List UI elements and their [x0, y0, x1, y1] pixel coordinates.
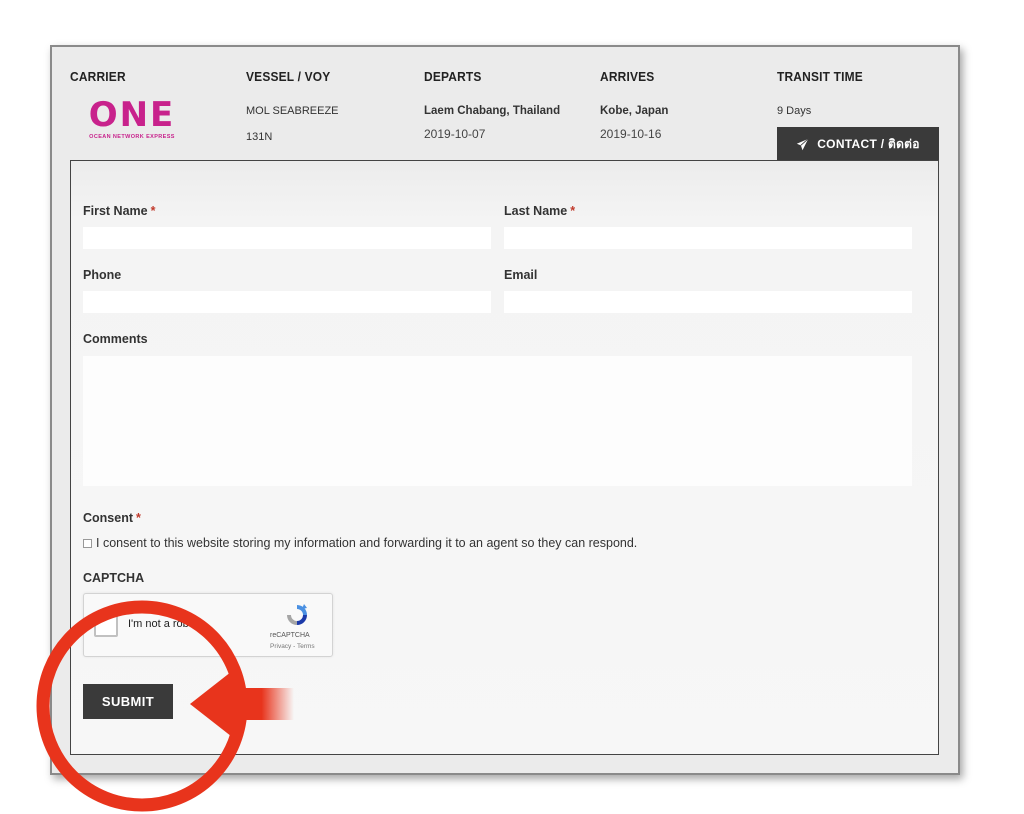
- voyage-number: 131N: [246, 131, 273, 143]
- comments-textarea[interactable]: [83, 356, 912, 486]
- arrives-port: Kobe, Japan: [600, 105, 669, 117]
- arrives-label: ARRIVES: [600, 69, 655, 84]
- consent-text: I consent to this website storing my inf…: [96, 536, 638, 550]
- vessel-label: VESSEL / VOY: [246, 69, 331, 84]
- contact-form: First Name * Last Name * Phone Email Comme…: [70, 160, 939, 755]
- carrier-label: CARRIER: [70, 69, 126, 84]
- transit-label: TRANSIT TIME: [777, 69, 863, 84]
- captcha-label: CAPTCHA: [83, 571, 145, 585]
- logo-subtext: OCEAN NETWORK EXPRESS: [89, 134, 175, 140]
- first-name-input[interactable]: [83, 227, 491, 249]
- recaptcha-checkbox[interactable]: [94, 613, 118, 637]
- arrives-date: 2019-10-16: [600, 127, 662, 141]
- departs-label: DEPARTS: [424, 69, 482, 84]
- email-input[interactable]: [504, 291, 912, 313]
- consent-label-text: Consent: [83, 511, 133, 525]
- consent-row: I consent to this website storing my inf…: [83, 536, 637, 550]
- shipment-card: CARRIER VESSEL / VOY DEPARTS ARRIVES TRA…: [50, 45, 960, 775]
- recaptcha-text: I'm not a robot: [128, 618, 198, 630]
- required-mark: *: [136, 511, 141, 525]
- phone-label: Phone: [83, 268, 122, 282]
- departs-date: 2019-10-07: [424, 127, 486, 141]
- consent-label: Consent *: [83, 511, 141, 525]
- contact-tab[interactable]: CONTACT / ติดต่อ: [777, 127, 939, 161]
- last-name-label-text: Last Name: [504, 204, 568, 218]
- contact-tab-label: CONTACT / ติดต่อ: [817, 136, 920, 151]
- consent-checkbox[interactable]: [83, 538, 92, 548]
- first-name-label-text: First Name: [83, 204, 148, 218]
- recaptcha-icon: [287, 604, 307, 625]
- recaptcha-widget: I'm not a robot reCAPTCHA Privacy - Term…: [83, 593, 333, 657]
- first-name-label: First Name *: [83, 204, 155, 218]
- carrier-logo: ONE OCEAN NETWORK EXPRESS: [86, 97, 178, 143]
- vessel-name: MOL SEABREEZE: [246, 105, 339, 117]
- email-label: Email: [504, 268, 538, 282]
- submit-button[interactable]: SUBMIT: [83, 684, 173, 719]
- last-name-input[interactable]: [504, 227, 912, 249]
- logo-text: ONE: [88, 95, 176, 135]
- required-mark: *: [150, 204, 156, 218]
- departs-port: Laem Chabang, Thailand: [424, 105, 561, 117]
- paper-plane-icon: [797, 138, 809, 150]
- recaptcha-brand: reCAPTCHA: [270, 632, 310, 639]
- phone-input[interactable]: [83, 291, 491, 313]
- recaptcha-links[interactable]: Privacy - Terms: [270, 643, 315, 650]
- last-name-label: Last Name *: [504, 204, 575, 218]
- comments-label: Comments: [83, 332, 148, 346]
- required-mark: *: [570, 204, 576, 218]
- transit-time: 9 Days: [777, 105, 812, 117]
